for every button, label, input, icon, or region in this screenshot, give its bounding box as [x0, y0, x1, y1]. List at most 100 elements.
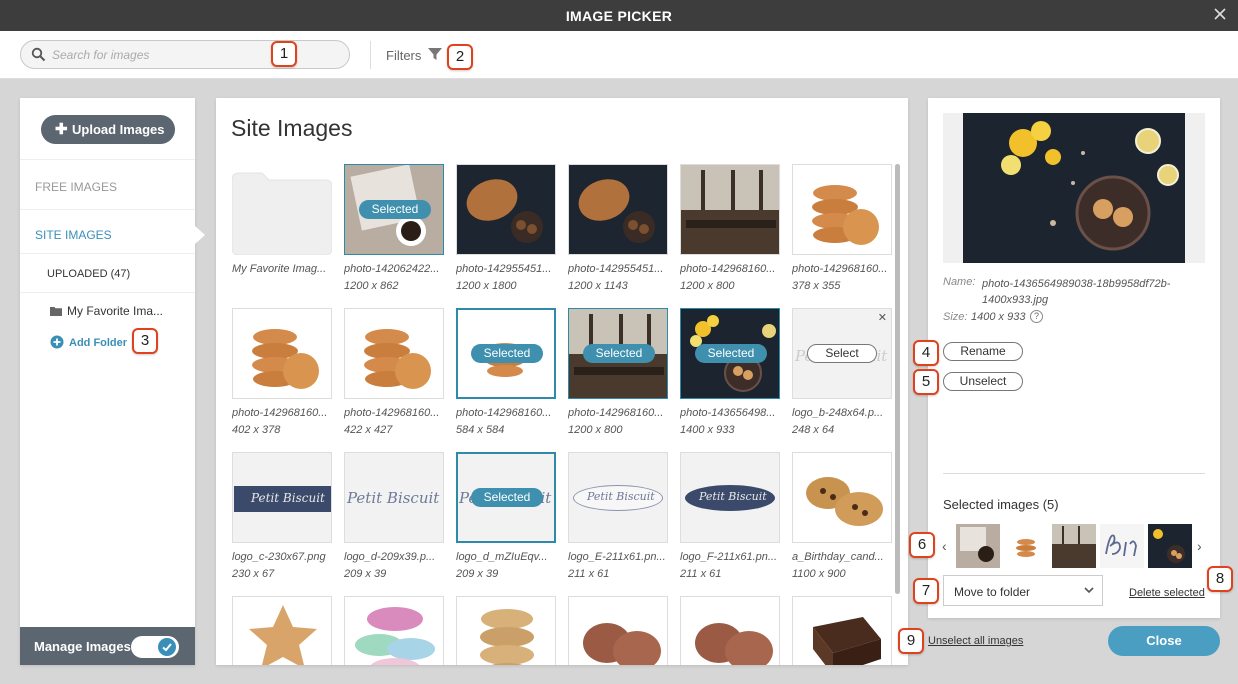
brownie-image — [813, 617, 881, 665]
image-thumbnail: Selected — [680, 308, 780, 399]
tile-name: photo-142968160... — [568, 407, 664, 419]
annotation-badge: 4 — [913, 340, 939, 366]
image-thumbnail — [792, 452, 892, 543]
oat-cookies-image — [480, 609, 534, 665]
macarons-image — [355, 607, 435, 665]
tile-size: 378 x 355 — [792, 280, 841, 292]
tile-name: photo-142968160... — [344, 407, 440, 419]
toggle-knob — [158, 638, 176, 656]
scrollbar[interactable] — [895, 164, 900, 594]
image-thumbnail — [232, 596, 332, 665]
page-title: Site Images — [231, 115, 353, 141]
filter-funnel-icon[interactable] — [428, 47, 442, 61]
check-icon — [162, 643, 172, 652]
coffee-notebook-image — [956, 524, 1000, 568]
tile-name: logo_d_mZIuEqv... — [456, 551, 548, 563]
tile-name: photo-142968160... — [456, 407, 552, 419]
selected-thumbnail[interactable] — [1052, 524, 1096, 568]
tile-name: a_Birthday_cand... — [792, 551, 884, 563]
image-thumbnail — [680, 164, 780, 255]
annotation-badge: 3 — [132, 328, 158, 354]
logo-text: Petit Biscuit — [587, 490, 655, 503]
window-title: IMAGE PICKER — [565, 8, 673, 24]
cafe-interior-image — [681, 165, 779, 254]
unselect-button[interactable]: Unselect — [943, 372, 1023, 391]
image-thumbnail — [568, 596, 668, 665]
tile-name: logo_F-211x61.pn... — [680, 551, 778, 563]
unselect-all-link[interactable]: Unselect all images — [928, 635, 1023, 647]
annotation-badge: 6 — [909, 532, 935, 558]
image-thumbnail — [344, 308, 444, 399]
image-details-panel: Name: photo-1436564989038-18b9958df72b-1… — [928, 98, 1220, 618]
annotation-badge: 9 — [898, 628, 924, 654]
selected-thumbnail[interactable] — [956, 524, 1000, 568]
select-button[interactable]: Select — [807, 344, 877, 363]
tile-size: 584 x 584 — [456, 424, 505, 436]
image-thumbnail: Selected — [344, 164, 444, 255]
search-icon — [31, 47, 46, 62]
nav-uploaded[interactable]: UPLOADED (47) — [47, 268, 130, 280]
selected-thumbnail-active[interactable] — [1148, 524, 1192, 568]
image-grid-panel: Site Images My Favorite Imag... Selected… — [216, 98, 908, 665]
annotation-badge: 5 — [913, 369, 939, 395]
manage-images-toggle[interactable] — [131, 636, 179, 658]
selected-thumbnail[interactable] — [1004, 524, 1048, 568]
divider — [20, 253, 195, 254]
divider — [20, 159, 195, 160]
image-thumbnail — [680, 596, 780, 665]
image-thumbnail: Petit Biscuit — [568, 452, 668, 543]
chevron-right-icon[interactable]: › — [1197, 538, 1202, 554]
tile-size: 209 x 39 — [456, 568, 499, 580]
rename-button[interactable]: Rename — [943, 342, 1023, 361]
tile-size: 248 x 64 — [792, 424, 835, 436]
logo-script-image — [1105, 534, 1137, 557]
tile-size: 230 x 67 — [232, 568, 275, 580]
tile-size: 1200 x 862 — [344, 280, 399, 292]
tile-size: 1200 x 1143 — [568, 280, 628, 292]
image-thumbnail — [568, 164, 668, 255]
tile-name: photo-142955451... — [568, 263, 664, 275]
move-to-folder-select[interactable]: Move to folder — [943, 575, 1103, 606]
remove-icon[interactable]: ✕ — [878, 311, 887, 324]
plus-icon: ✚ — [55, 121, 68, 138]
scrollbar-thumb[interactable] — [895, 164, 900, 594]
chevron-left-icon[interactable]: ‹ — [942, 538, 947, 554]
upload-images-button[interactable]: ✚ Upload Images — [41, 115, 175, 144]
size-value: 1400 x 933 — [971, 311, 1026, 323]
manage-images-bar: Manage Images — [20, 627, 195, 665]
close-button[interactable]: Close — [1108, 626, 1220, 656]
close-icon[interactable] — [1212, 6, 1228, 22]
active-nav-pointer — [195, 226, 205, 244]
croissant-image — [457, 165, 555, 254]
image-thumbnail: Petit Biscuit ✕ Select — [792, 308, 892, 399]
cookie-stack-image — [1016, 539, 1036, 557]
selected-thumbnail[interactable] — [1100, 524, 1144, 568]
image-thumbnail — [792, 164, 892, 255]
tile-size: 1200 x 800 — [568, 424, 623, 436]
name-label: Name: — [943, 276, 976, 288]
filters-button[interactable]: Filters — [386, 48, 421, 63]
add-circle-icon — [50, 335, 64, 349]
logo-text: Petit Biscuit — [699, 490, 767, 503]
annotation-badge: 2 — [447, 44, 473, 70]
selected-badge: Selected — [471, 488, 543, 507]
logo-text: Petit Biscuit — [251, 491, 325, 505]
tile-size: 422 x 427 — [344, 424, 393, 436]
image-preview — [943, 113, 1205, 263]
search-input[interactable]: Search for images — [20, 40, 350, 69]
tile-size: 209 x 39 — [344, 568, 387, 580]
chevron-down-icon — [1084, 587, 1094, 594]
tile-name: photo-142955451... — [456, 263, 552, 275]
tile-name: photo-142062422... — [344, 263, 440, 275]
help-icon[interactable]: ? — [1030, 310, 1043, 323]
nav-free-images[interactable]: FREE IMAGES — [35, 180, 117, 194]
tile-size: 1400 x 933 — [680, 424, 735, 436]
chocolate-cookies-image — [583, 623, 661, 665]
annotation-badge: 1 — [271, 41, 297, 67]
tile-size: 211 x 61 — [680, 568, 722, 580]
nav-site-images[interactable]: SITE IMAGES — [35, 228, 112, 242]
image-thumbnail: Petit Biscuit — [680, 452, 780, 543]
image-thumbnail — [232, 308, 332, 399]
delete-selected-link[interactable]: Delete selected — [1129, 587, 1205, 599]
preview-image — [963, 113, 1185, 263]
